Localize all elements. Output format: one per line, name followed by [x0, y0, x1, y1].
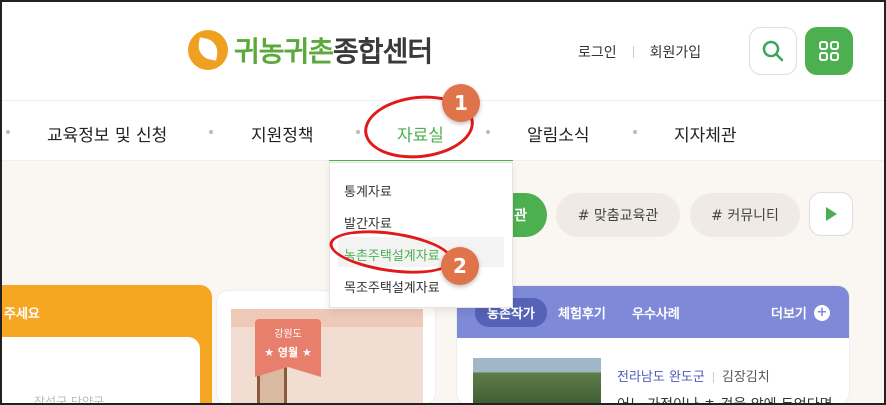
top-links: 로그인 회원가입 — [578, 42, 701, 62]
logo-text-part1: 귀농귀촌 — [234, 35, 334, 68]
tab-experience-review[interactable]: 체험후기 — [558, 303, 606, 322]
leaf-logo-icon — [188, 30, 228, 70]
submenu-item-wooden-housing-design[interactable]: 목조주택설계자료 — [344, 277, 440, 296]
play-icon — [826, 207, 837, 221]
search-icon — [762, 40, 784, 62]
story-card: 농촌작가 체험후기 우수사례 더보기 + 전라남도 완도군 김장김치 어느 가정이… — [456, 285, 850, 405]
story-thumbnail[interactable] — [473, 358, 601, 404]
promo-card-stamp: 장성군 단양군 — [34, 395, 105, 405]
story-snippet[interactable]: 어느 가정이나 ㅊ 것을 앞에 두었다면 — [617, 394, 832, 404]
signup-link[interactable]: 회원가입 — [650, 42, 702, 62]
more-link[interactable]: 더보기 + — [771, 303, 830, 322]
submenu-item-statistics[interactable]: 통계자료 — [344, 181, 392, 200]
nav-item-news[interactable]: 알림소식 — [527, 121, 590, 146]
site-header: 귀농귀촌종합센터 로그인 회원가입 — [0, 0, 886, 100]
story-region: 전라남도 완도군 — [617, 370, 705, 385]
region-badge: 강원도 ★ 영월 ★ — [255, 319, 321, 377]
nav-dot — [633, 130, 637, 134]
promo-card[interactable]: 주세요 장성군 단양군 — [0, 285, 212, 405]
story-card-header: 농촌작가 체험후기 우수사례 더보기 + — [457, 286, 849, 338]
nav-item-policy[interactable]: 지원정책 — [251, 121, 314, 146]
plus-icon: + — [813, 304, 830, 321]
story-category: 김장김치 — [721, 370, 770, 385]
login-link[interactable]: 로그인 — [578, 42, 617, 62]
story-meta: 전라남도 완도군 김장김치 — [617, 366, 770, 385]
grid-menu-icon — [819, 41, 839, 61]
play-button[interactable] — [809, 192, 853, 236]
site-logo[interactable]: 귀농귀촌종합센터 — [188, 30, 433, 70]
annotation-marker-2: 2 — [441, 247, 479, 285]
divider — [632, 46, 634, 58]
nav-dot — [486, 130, 490, 134]
more-label: 더보기 — [771, 307, 807, 322]
search-button[interactable] — [749, 27, 797, 75]
submenu-item-publications[interactable]: 발간자료 — [344, 213, 392, 232]
tab-best-practice[interactable]: 우수사례 — [632, 303, 680, 322]
divider — [712, 372, 714, 383]
promo-card-title: 주세요 — [4, 307, 40, 322]
tag-button-custom-education[interactable]: # 맞춤교육관 — [556, 193, 680, 237]
nav-item-local-gov[interactable]: 지자체관 — [674, 121, 737, 146]
nav-dot — [6, 130, 10, 134]
region-badge-province: 강원도 — [274, 329, 302, 340]
nav-dot — [356, 130, 360, 134]
logo-text-part2: 종합센터 — [333, 35, 433, 68]
nav-dot — [209, 130, 213, 134]
all-menu-button[interactable] — [805, 27, 853, 75]
region-badge-county: ★ 영월 ★ — [264, 346, 312, 359]
annotation-marker-1: 1 — [442, 84, 480, 122]
nav-item-education[interactable]: 교육정보 및 신청 — [47, 121, 167, 146]
logo-text: 귀농귀촌종합센터 — [234, 30, 433, 70]
tag-button-community[interactable]: # 커뮤니티 — [690, 193, 800, 237]
